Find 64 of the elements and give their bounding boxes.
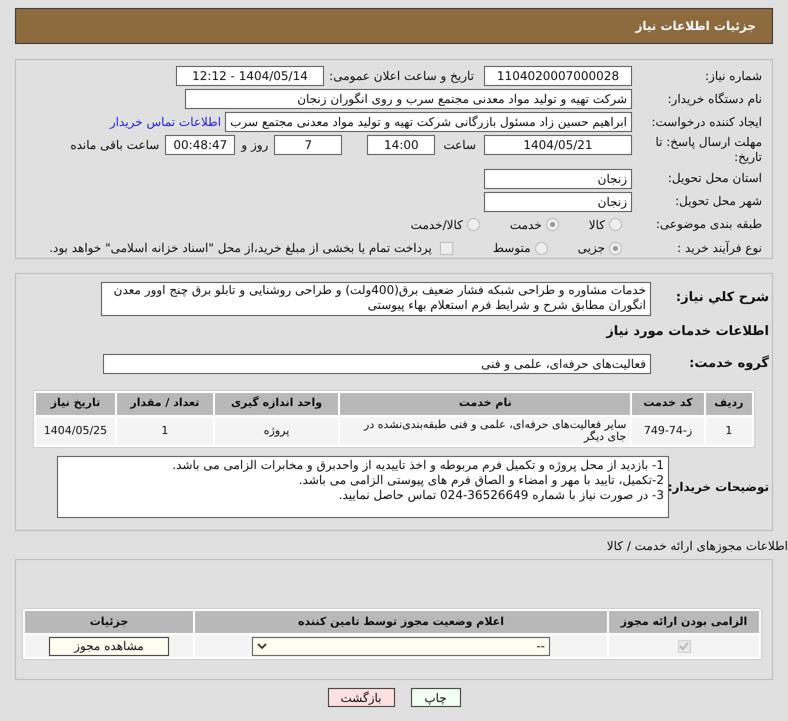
back-button[interactable]: بازگشت bbox=[328, 688, 394, 707]
buyer-notes-label: توضیحات خریدار: bbox=[669, 478, 769, 496]
announce-date-field: 1404/05/14 - 12:12 bbox=[176, 66, 324, 86]
chevron-down-icon bbox=[257, 642, 267, 650]
field-label: ایجاد کننده درخواست: bbox=[650, 114, 762, 130]
column-header: جزئیات bbox=[25, 611, 193, 633]
column-header: نام خدمت bbox=[340, 392, 630, 414]
status-dropdown[interactable]: -- bbox=[252, 636, 550, 656]
view-license-button[interactable]: مشاهده مجوز bbox=[49, 636, 169, 656]
radio-button[interactable] bbox=[609, 218, 622, 232]
buyer-field: شرکت تهیه و تولید مواد معدنی مجتمع سرب و روی انگوران زنجان bbox=[185, 89, 632, 109]
radio-label: کالا bbox=[588, 216, 605, 234]
table-cell: ز-74-749 bbox=[632, 416, 704, 444]
radio-label: خدمت bbox=[510, 216, 542, 234]
buyer-notes-field: 1- بازدید از محل پروژه و تکمیل فرم مربوطه و اخذ تاییدیه از واحدبرق و مخابرات الزامی می باشد. 2-تکمیل، تایید با مهر و امضاء و الصاق فرم های پیوستی الزامی می باشد. 3- در صورت نیاز با شماره 36526649-024 تماس حاصل نمایید. bbox=[57, 456, 669, 518]
field-label: شهر محل تحویل: bbox=[674, 194, 762, 210]
print-button[interactable]: چاپ bbox=[410, 688, 460, 707]
buyer-contact-link[interactable]: اطلاعات تماس خریدار bbox=[110, 113, 222, 131]
column-header: ردیف bbox=[706, 392, 752, 414]
remaining-time-field: 00:48:47 bbox=[165, 135, 236, 155]
services-title: اطلاعات خدمات مورد نیاز bbox=[604, 323, 769, 341]
field-label: شماره نیاز: bbox=[704, 68, 762, 84]
description-label: شرح کلي نیاز: bbox=[674, 289, 769, 307]
time-label: ساعت bbox=[443, 137, 476, 154]
field-label: نوع فرآیند خرید : bbox=[676, 240, 762, 256]
payment-checkbox[interactable] bbox=[440, 242, 453, 254]
deadline-date-field: 1404/05/21 bbox=[484, 135, 632, 155]
radio-label: کالا/خدمت bbox=[410, 216, 463, 234]
remaining-label: ساعت باقی مانده bbox=[70, 137, 160, 154]
city-field: زنجان bbox=[484, 192, 632, 212]
payment-label: پرداخت تمام یا بخشی از مبلغ خرید،از محل "اسناد خزانه اسلامی" خواهد بود. bbox=[49, 240, 432, 257]
table-cell: 1404/05/25 bbox=[36, 416, 115, 444]
radio-label: جزیی bbox=[578, 240, 605, 257]
field-label: تاریخ و ساعت اعلان عمومی: bbox=[328, 68, 474, 84]
field-label: استان محل تحویل: bbox=[666, 171, 762, 186]
column-header: اعلام وضعیت مجوز توسط تامین کننده bbox=[195, 611, 607, 633]
table-cell: 1 bbox=[116, 416, 213, 444]
service-group-field: فعالیت‌های حرفه‌ای، علمی و فنی bbox=[103, 354, 651, 374]
field-label: طبقه بندی موضوعی: bbox=[654, 217, 762, 232]
days-field: 7 bbox=[274, 135, 342, 155]
description-field: خدمات مشاوره و طراحی شبکه فشار ضعیف برق(400ولت) و طراحی روشنایی و تابلو برق چنج اوور معدن انگوران مطابق شرح و شرایط فرم استعلام بهاء پیوستی bbox=[101, 282, 651, 316]
table-cell: پروژه bbox=[214, 416, 338, 444]
column-header: واحد اندازه گیری bbox=[214, 392, 338, 414]
radio-label: متوسط bbox=[492, 240, 531, 257]
field-label: نام دستگاه خریدار: bbox=[666, 92, 762, 106]
page-title: جزئیات اطلاعات نیاز bbox=[635, 18, 756, 35]
column-header: تعداد / مقدار bbox=[116, 392, 213, 414]
radio-button[interactable] bbox=[609, 242, 622, 254]
radio-button[interactable] bbox=[466, 218, 480, 232]
column-header: کد خدمت bbox=[632, 392, 704, 414]
service-group-label: گروه خدمت: bbox=[688, 354, 769, 373]
days-label: روز و bbox=[241, 137, 268, 154]
radio-button[interactable] bbox=[546, 218, 559, 232]
province-field: زنجان bbox=[484, 168, 632, 189]
column-header: تاریخ نیاز bbox=[36, 392, 115, 414]
requester-field: ابراهیم حسین زاد مسئول بازرگانی شرکت تهیه و تولید مواد معدنی مجتمع سرب bbox=[225, 112, 632, 132]
table-cell: سایر فعالیت‌های حرفه‌ای، علمی و فنی طبقه‌بندی‌نشده در جای دیگر bbox=[340, 416, 630, 444]
table-cell: 1 bbox=[706, 416, 752, 444]
deadline-time-field: 14:00 bbox=[367, 135, 436, 155]
radio-button[interactable] bbox=[534, 242, 548, 254]
field-label: مهلت ارسال پاسخ: تا تاریخ: bbox=[654, 135, 762, 165]
licenses-title: اطلاعات مجوزهای ارائه خدمت / کالا bbox=[606, 538, 788, 555]
need-number-field: 1104020007000028 bbox=[484, 66, 632, 86]
column-header: الزامی بودن ارائه مجوز bbox=[609, 611, 759, 633]
